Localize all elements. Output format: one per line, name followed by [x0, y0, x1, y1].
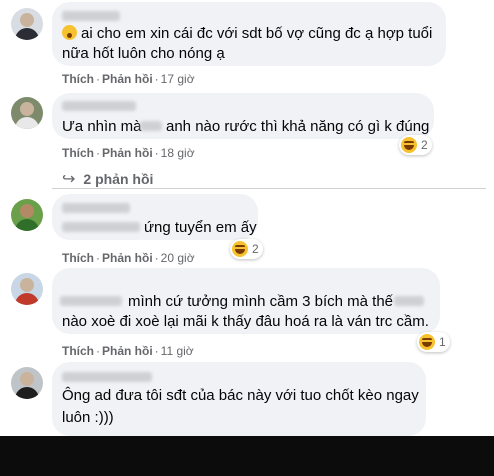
comment-text-line: anh nào rước thì khả năng có gì k đúng [166, 118, 430, 135]
bottom-bar [0, 436, 494, 476]
comment-meta: Thích · Phản hồi · 18 giờ [62, 146, 195, 160]
haha-icon [232, 241, 248, 257]
redacted-name [62, 101, 136, 111]
comment-bubble: ai cho em xin cái đc với sdt bố vợ cũng … [52, 2, 446, 66]
comment-text-line: nào xoè đi xoè lại mãi k thấy đâu hoá ra… [62, 313, 429, 330]
timestamp[interactable]: 17 giờ [161, 72, 195, 86]
avatar[interactable] [11, 8, 43, 40]
like-link[interactable]: Thích [62, 146, 94, 160]
haha-icon [401, 137, 417, 153]
comment-bubble: Ưa nhìn mà anh nào rước thì khả năng có … [52, 93, 434, 139]
reply-arrow-icon: ↪ [62, 171, 76, 188]
redacted-name [62, 11, 120, 21]
comment-bubble: ứng tuyển em ấy [52, 194, 258, 240]
comment-text-line: mình cứ tưởng mình cầm 3 bích mà thế [128, 293, 394, 310]
timestamp[interactable]: 11 giờ [161, 344, 194, 358]
like-link[interactable]: Thích [62, 344, 94, 358]
comment-meta: Thích · Phản hồi · 17 giờ [62, 72, 195, 86]
reply-link[interactable]: Phản hồi [102, 344, 153, 358]
view-replies-link[interactable]: ↪ 2 phản hồi [62, 169, 153, 189]
comment-text-line: luôn :))) [62, 409, 114, 426]
reply-link[interactable]: Phản hồi [102, 72, 153, 86]
avatar[interactable] [11, 273, 43, 305]
timestamp[interactable]: 18 giờ [161, 146, 195, 160]
comment-meta: Thích · Phản hồi · 20 giờ [62, 251, 195, 265]
comment-text-line: ai cho em xin cái đc với sdt bố vợ cũng … [62, 24, 432, 44]
comment-bubble: Ông ad đưa tôi sđt của bác này với tuo c… [52, 362, 426, 436]
reply-link[interactable]: Phản hồi [102, 146, 153, 160]
avatar[interactable] [11, 367, 43, 399]
redacted-word [394, 296, 424, 306]
reaction-count[interactable]: 1 [417, 332, 450, 352]
pleading-face-icon [62, 25, 77, 40]
reply-link[interactable]: Phản hồi [102, 251, 153, 265]
like-link[interactable]: Thích [62, 251, 94, 265]
reaction-count[interactable]: 2 [230, 239, 263, 259]
haha-icon [419, 334, 435, 350]
comment-text-line: ứng tuyển em ấy [144, 219, 257, 236]
comment-text-line: Ưa nhìn mà [62, 118, 142, 135]
redacted-word [62, 222, 140, 232]
comment-text-line: nữa hốt luôn cho nóng ạ [62, 45, 225, 62]
avatar[interactable] [11, 97, 43, 129]
timestamp[interactable]: 20 giờ [161, 251, 195, 265]
avatar[interactable] [11, 199, 43, 231]
divider [52, 188, 486, 189]
comment-bubble: mình cứ tưởng mình cầm 3 bích mà thế nào… [52, 268, 440, 334]
reaction-count[interactable]: 2 [399, 135, 432, 155]
comment-meta: Thích · Phản hồi · 11 giờ [62, 344, 194, 358]
redacted-word [140, 121, 162, 131]
redacted-name [60, 296, 122, 306]
redacted-name [62, 203, 130, 213]
like-link[interactable]: Thích [62, 72, 94, 86]
redacted-name [62, 372, 152, 382]
comment-text-line: Ông ad đưa tôi sđt của bác này với tuo c… [62, 387, 419, 404]
